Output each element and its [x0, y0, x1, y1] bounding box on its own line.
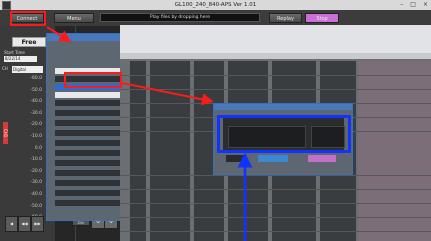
- app-window: GL100_240_840-APS Ver 1.01 – □ × Connect…: [0, 0, 431, 241]
- annotation-arrows: [46, 26, 253, 241]
- arrow-red: [46, 26, 72, 43]
- arrow-red: [121, 82, 214, 106]
